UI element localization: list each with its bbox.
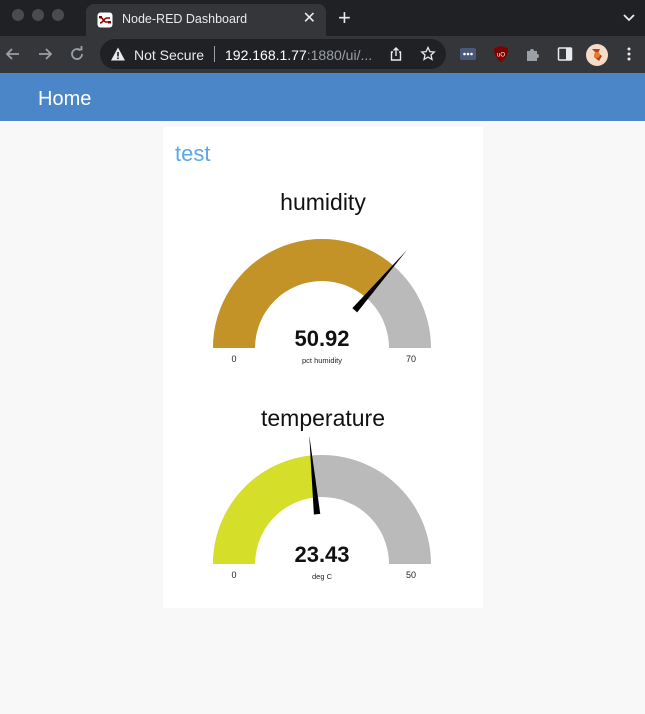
bookmark-star-icon[interactable] — [420, 46, 436, 62]
tab-title: Node-RED Dashboard — [122, 12, 248, 26]
gauge-units: deg C — [312, 572, 333, 581]
temperature-gauge: 23.43 deg C 0 50 — [213, 437, 431, 581]
gauge-value: 50.92 — [294, 326, 349, 351]
omnibox-divider — [214, 46, 215, 62]
forward-icon[interactable] — [36, 45, 54, 63]
new-tab-icon[interactable]: + — [338, 6, 351, 30]
side-panel-icon[interactable] — [556, 45, 574, 63]
warning-icon[interactable] — [110, 46, 126, 62]
humidity-gauge: 50.92 pct humidity 0 70 — [213, 239, 431, 365]
gauge-min: 0 — [231, 570, 236, 580]
browser-tab-strip: Node-RED Dashboard ✕ + — [0, 0, 645, 36]
url-host: 192.168.1.77 — [225, 47, 307, 63]
window-close-button[interactable] — [12, 9, 24, 21]
svg-text:uO: uO — [497, 53, 505, 59]
share-icon[interactable] — [388, 46, 404, 62]
url-path: :1880/ui/... — [306, 47, 373, 63]
temperature-gauge-title: temperature — [260, 405, 385, 431]
profile-avatar-icon[interactable] — [586, 44, 608, 66]
window-minimize-button[interactable] — [32, 9, 44, 21]
url-text[interactable]: 192.168.1.77:1880/ui/... — [225, 47, 372, 63]
tab-menu-icon[interactable] — [620, 8, 638, 26]
kebab-menu-icon[interactable] — [620, 45, 638, 63]
dashboard-header: Home — [0, 73, 645, 121]
close-icon[interactable]: ✕ — [303, 9, 316, 29]
ublock-icon[interactable]: uO — [492, 45, 510, 63]
browser-tab[interactable]: Node-RED Dashboard ✕ — [86, 4, 326, 36]
node-red-favicon — [97, 12, 113, 28]
group-title: test — [175, 141, 211, 166]
humidity-gauge-title: humidity — [280, 189, 366, 215]
gauge-units: pct humidity — [302, 356, 342, 365]
back-icon[interactable] — [4, 45, 22, 63]
reload-icon[interactable] — [68, 45, 86, 63]
extension-dots-icon[interactable] — [459, 45, 477, 63]
security-label[interactable]: Not Secure — [134, 47, 204, 63]
gauge-value: 23.43 — [294, 542, 349, 567]
browser-toolbar: Not Secure 192.168.1.77:1880/ui/... uO — [0, 36, 645, 73]
page-title: Home — [38, 88, 92, 110]
gauge-max: 50 — [406, 570, 416, 580]
dashboard-group-card: test humidity 50.92 pct humidity 0 70 te… — [163, 127, 483, 608]
address-bar[interactable]: Not Secure 192.168.1.77:1880/ui/... — [100, 39, 446, 69]
window-zoom-button[interactable] — [52, 9, 64, 21]
gauge-max: 70 — [406, 354, 416, 364]
gauge-min: 0 — [231, 354, 236, 364]
puzzle-icon[interactable] — [524, 45, 542, 63]
